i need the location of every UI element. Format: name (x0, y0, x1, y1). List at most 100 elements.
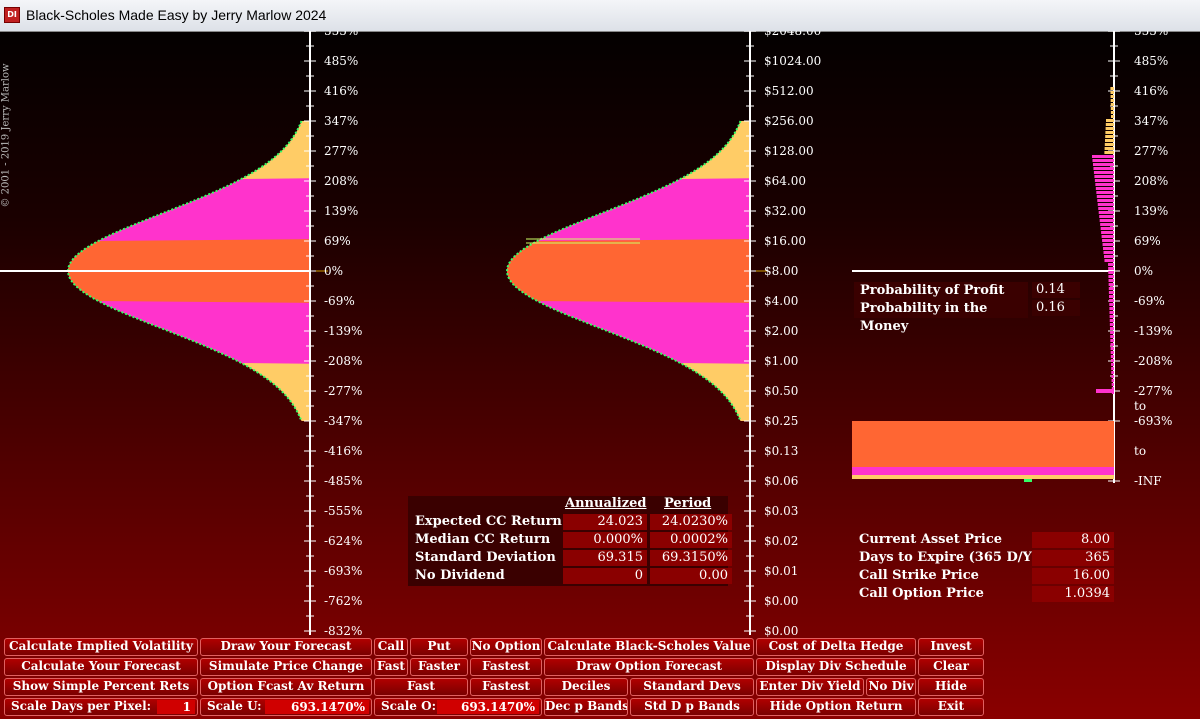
calculate-implied-volatility-button[interactable]: Calculate Implied Volatility (4, 638, 198, 656)
scale-u-input[interactable]: 693.1470% (265, 700, 369, 714)
left-axis-tick-label: 69% (324, 234, 351, 248)
right-histogram-bar (1093, 171, 1114, 174)
option-info-label: Current Asset Price (859, 532, 1003, 547)
right-histogram-bar (1110, 107, 1114, 110)
returns-row-period: 0.00 (650, 568, 732, 584)
simulate-price-change-button[interactable]: Simulate Price Change (200, 658, 372, 676)
probability-money-value: 0.16 (1032, 300, 1080, 316)
right-histogram-bar (1110, 87, 1114, 90)
call-button[interactable]: Call (374, 638, 408, 656)
copyright-text: © 2001 - 2019 Jerry Marlow (0, 63, 12, 208)
calculate-your-forecast-button[interactable]: Calculate Your Forecast (4, 658, 198, 676)
scale-u-control[interactable]: Scale U: 693.1470% (200, 698, 372, 716)
standard-devs-button[interactable]: Standard Devs (630, 678, 754, 696)
left-axis-tick-label: -762% (324, 594, 362, 608)
right-axis-to-label: to (1134, 399, 1146, 413)
returns-row-period: 24.0230% (650, 514, 732, 530)
fastest-speed-button[interactable]: Fastest (470, 678, 542, 696)
returns-row-label: Standard Deviation (415, 550, 556, 565)
cost-of-delta-hedge-button[interactable]: Cost of Delta Hedge (756, 638, 916, 656)
middle-distribution-core (507, 239, 749, 303)
left-axis-tick-label: -347% (324, 414, 362, 428)
std-d-p-bands-button[interactable]: Std D p Bands (630, 698, 754, 716)
right-loss-block-tail (852, 475, 1114, 479)
returns-row-annual: 24.023 (563, 514, 647, 530)
option-fcast-av-return-button[interactable]: Option Fcast Av Return (200, 678, 372, 696)
dec-p-bands-button[interactable]: Dec p Bands (544, 698, 628, 716)
hide-button[interactable]: Hide (918, 678, 984, 696)
no-option-button[interactable]: No Option (470, 638, 542, 656)
right-histogram-bar (1105, 127, 1114, 130)
calculate-black-scholes-button[interactable]: Calculate Black-Scholes Value (544, 638, 754, 656)
right-histogram-bar (1105, 131, 1114, 134)
right-axis-tick-label: 416% (1134, 84, 1168, 98)
left-axis-tick-label: 277% (324, 144, 358, 158)
right-loss-block-core (852, 421, 1114, 467)
middle-axis-tick-label: $0.00 (764, 594, 798, 608)
fastest-button[interactable]: Fastest (470, 658, 542, 676)
right-histogram-bar (1094, 175, 1114, 178)
right-axis-tick-label: -693% (1134, 414, 1172, 428)
right-histogram-bar (1110, 335, 1114, 338)
option-info-label: Days to Expire (365 D/Y) (859, 550, 1038, 565)
right-histogram-bar (1110, 91, 1114, 94)
right-histogram-bar (1099, 215, 1114, 218)
right-histogram-bar (1109, 303, 1114, 306)
right-histogram-bar (1110, 355, 1114, 358)
right-histogram-bar (1100, 223, 1114, 226)
option-info-label: Call Strike Price (859, 568, 979, 583)
middle-axis-tick-label: $4.00 (764, 294, 798, 308)
option-info-label: Call Option Price (859, 586, 984, 601)
display-div-schedule-button[interactable]: Display Div Schedule (756, 658, 916, 676)
right-axis-tick-label: 347% (1134, 114, 1168, 128)
middle-axis-tick-label: $64.00 (764, 174, 806, 188)
right-histogram-bar (1094, 179, 1114, 182)
scale-o-input[interactable]: 693.1470% (437, 700, 539, 714)
right-histogram-bar (1108, 283, 1114, 286)
draw-your-forecast-button[interactable]: Draw Your Forecast (200, 638, 372, 656)
scale-days-per-pixel-control[interactable]: Scale Days per Pixel: 1 (4, 698, 198, 716)
scale-o-control[interactable]: Scale O: 693.1470% (374, 698, 542, 716)
right-histogram-bar (1103, 247, 1114, 250)
right-histogram-bar (1109, 295, 1114, 298)
no-div-button[interactable]: No Div (866, 678, 916, 696)
right-axis-tick-label: 0% (1134, 264, 1153, 278)
left-axis-tick-label: -277% (324, 384, 362, 398)
fast-speed-button[interactable]: Fast (374, 678, 468, 696)
middle-axis-tick-label: $0.13 (764, 444, 798, 458)
right-histogram-bar (1092, 163, 1114, 166)
hide-option-return-button[interactable]: Hide Option Return (756, 698, 916, 716)
clear-button[interactable]: Clear (918, 658, 984, 676)
draw-option-forecast-button[interactable]: Draw Option Forecast (544, 658, 754, 676)
right-histogram-bar (1111, 367, 1114, 370)
scale-days-label: Scale Days per Pixel: (11, 699, 152, 713)
right-histogram-bar (1109, 307, 1114, 310)
scale-days-input[interactable]: 1 (157, 700, 195, 714)
right-histogram-bar (1102, 243, 1114, 246)
fast-button[interactable]: Fast (374, 658, 408, 676)
put-button[interactable]: Put (410, 638, 468, 656)
middle-axis-tick-label: $32.00 (764, 204, 806, 218)
faster-button[interactable]: Faster (410, 658, 468, 676)
invest-button[interactable]: Invest (918, 638, 984, 656)
show-simple-percent-rets-button[interactable]: Show Simple Percent Rets (4, 678, 198, 696)
right-histogram-bar (1110, 359, 1114, 362)
right-histogram-bar (1109, 299, 1114, 302)
right-histogram-bar (1096, 195, 1114, 198)
right-histogram-bar (1109, 319, 1114, 322)
enter-div-yield-button[interactable]: Enter Div Yield (756, 678, 864, 696)
right-axis-to-label: to (1134, 444, 1146, 458)
middle-axis-tick-label: $0.02 (764, 534, 798, 548)
middle-axis-tick-label: $0.00 (764, 624, 798, 638)
right-histogram-bar (1096, 191, 1114, 194)
right-histogram-bar (1110, 339, 1114, 342)
right-histogram-bar (1095, 183, 1114, 186)
exit-button[interactable]: Exit (918, 698, 984, 716)
right-histogram-bar (1100, 227, 1114, 230)
right-histogram-bar (1111, 371, 1114, 374)
right-histogram-bar (1105, 139, 1114, 142)
scale-o-label: Scale O: (381, 699, 437, 713)
middle-axis-tick-label: $0.25 (764, 414, 798, 428)
middle-axis-tick-label: $0.06 (764, 474, 798, 488)
deciles-button[interactable]: Deciles (544, 678, 628, 696)
